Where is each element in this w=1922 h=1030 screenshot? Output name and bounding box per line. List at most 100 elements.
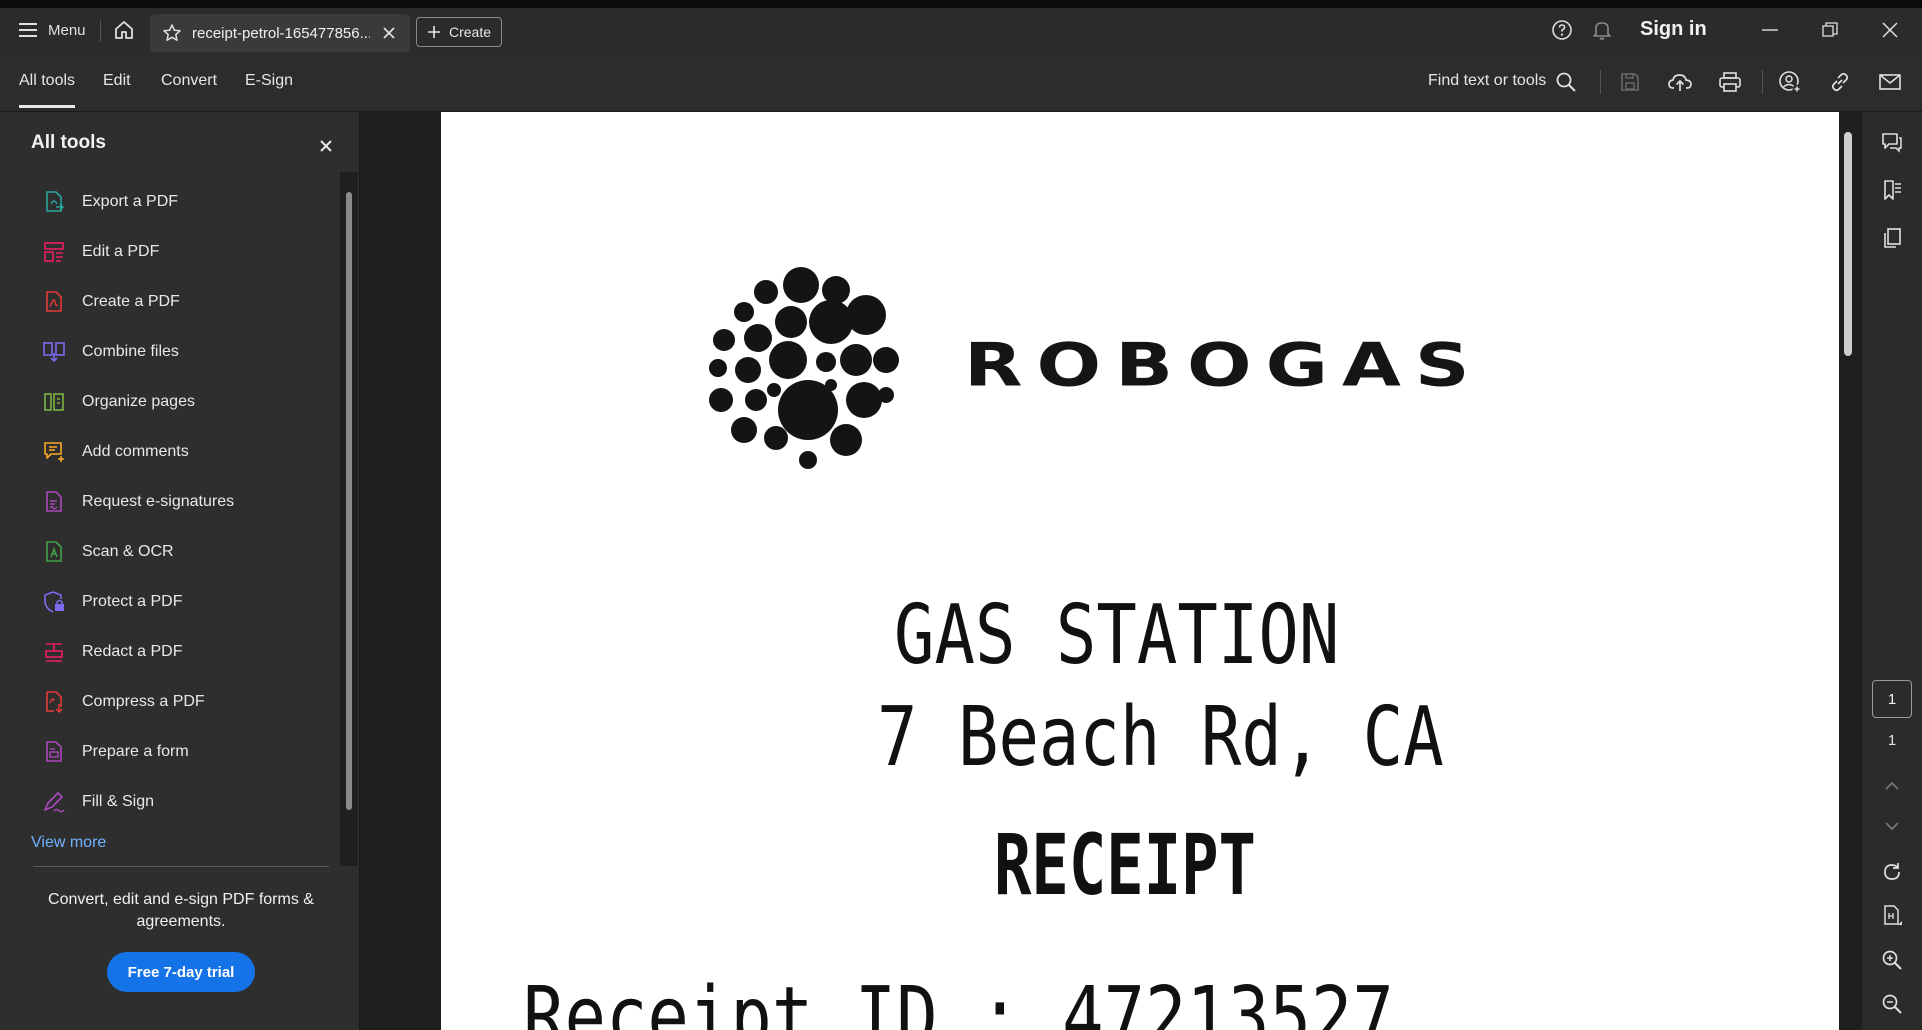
- tool-organize-pages[interactable]: Organize pages: [30, 382, 330, 422]
- combine-files-icon: [43, 342, 65, 363]
- tool-label: Protect a PDF: [82, 593, 183, 610]
- tool-label: Edit a PDF: [82, 243, 160, 260]
- user-add-icon: [1779, 71, 1802, 94]
- tab-all-tools[interactable]: All tools: [19, 72, 76, 108]
- comments-icon: [1882, 133, 1902, 153]
- email-button[interactable]: [1876, 68, 1904, 96]
- redact-pdf-icon: [45, 643, 63, 662]
- receipt-line-id: Receipt ID : 47213527: [523, 970, 1394, 1030]
- tool-add-comments[interactable]: Add comments: [30, 432, 330, 472]
- export-pdf-icon: [46, 191, 65, 212]
- tool-edit-pdf[interactable]: Edit a PDF: [30, 232, 330, 272]
- pages-panel-button[interactable]: [1878, 224, 1906, 252]
- tool-create-pdf[interactable]: Create a PDF: [30, 282, 330, 322]
- rotate-button[interactable]: [1878, 858, 1906, 886]
- current-page-input[interactable]: 1: [1872, 680, 1912, 718]
- rotate-icon: [1884, 863, 1900, 880]
- create-button[interactable]: Create: [416, 17, 502, 47]
- star-icon[interactable]: [162, 23, 182, 43]
- tool-scan-ocr[interactable]: Scan & OCR: [30, 532, 330, 572]
- notifications-button[interactable]: [1588, 16, 1616, 44]
- title-bar: Menu receipt-petrol-165477856... Create …: [0, 8, 1922, 52]
- tool-label: Redact a PDF: [82, 643, 183, 660]
- create-pdf-icon: [46, 291, 62, 312]
- restore-icon: [1822, 22, 1838, 37]
- home-button[interactable]: [110, 16, 138, 44]
- minimize-button[interactable]: [1754, 16, 1786, 44]
- tab-convert[interactable]: Convert: [161, 72, 217, 90]
- total-pages: 1: [1887, 732, 1897, 749]
- panel-close-button[interactable]: [316, 136, 336, 156]
- share-user-button[interactable]: [1776, 68, 1804, 96]
- edit-pdf-icon: [44, 242, 64, 262]
- tab-edit[interactable]: Edit: [103, 72, 131, 90]
- next-page-button[interactable]: [1878, 812, 1906, 840]
- tool-fill-sign[interactable]: Fill & Sign: [30, 782, 330, 822]
- print-button[interactable]: [1716, 68, 1744, 96]
- tool-compress-pdf[interactable]: Compress a PDF: [30, 682, 330, 722]
- tool-label: Add comments: [82, 443, 189, 460]
- bookmark-icon: [1884, 180, 1901, 200]
- receipt-line-address: 7 Beach Rd, CA: [877, 690, 1444, 785]
- fit-page-button[interactable]: [1878, 902, 1906, 930]
- hamburger-icon: [19, 23, 37, 37]
- tab-title: receipt-petrol-165477856...: [192, 24, 370, 42]
- window-top-edge: [0, 0, 1922, 8]
- document-tab[interactable]: receipt-petrol-165477856...: [150, 14, 410, 52]
- search-button[interactable]: [1552, 68, 1580, 96]
- bookmarks-panel-button[interactable]: [1878, 176, 1906, 204]
- panel-scroll-thumb[interactable]: [346, 192, 352, 810]
- logo-wordmark: ROBOGAS: [964, 330, 1484, 400]
- tool-combine-files[interactable]: Combine files: [30, 332, 330, 372]
- protect-pdf-icon: [44, 591, 64, 613]
- close-icon: [320, 140, 332, 152]
- tool-label: Compress a PDF: [82, 693, 205, 710]
- view-more-link[interactable]: View more: [31, 834, 106, 852]
- tool-prepare-form[interactable]: Prepare a form: [30, 732, 330, 772]
- menu-button[interactable]: Menu: [10, 14, 94, 46]
- zoom-out-icon: [1882, 994, 1902, 1014]
- receipt-line-title: RECEIPT: [994, 816, 1256, 914]
- free-trial-button[interactable]: Free 7-day trial: [107, 952, 255, 992]
- find-tools-button[interactable]: Find text or tools: [1428, 72, 1546, 90]
- tool-label: Export a PDF: [82, 193, 179, 210]
- tool-label: Create a PDF: [82, 293, 180, 310]
- copy-link-button[interactable]: [1826, 68, 1854, 96]
- tool-label: Prepare a form: [82, 743, 189, 760]
- tool-request-esignatures[interactable]: Request e-signatures: [30, 482, 330, 522]
- comments-panel-button[interactable]: [1878, 128, 1906, 156]
- help-button[interactable]: [1548, 16, 1576, 44]
- tool-export-pdf[interactable]: Export a PDF: [30, 182, 330, 222]
- compress-pdf-icon: [46, 691, 63, 714]
- chevron-up-icon: [1885, 781, 1899, 790]
- upload-button[interactable]: [1666, 68, 1694, 96]
- panel-title: All tools: [31, 132, 106, 153]
- restore-button[interactable]: [1814, 16, 1846, 44]
- minimize-icon: [1762, 29, 1778, 31]
- scan-ocr-icon: [46, 541, 62, 562]
- save-button[interactable]: [1616, 68, 1644, 96]
- right-rail: 1 1: [1862, 112, 1922, 1030]
- cloud-upload-icon: [1668, 74, 1692, 91]
- help-icon: [1552, 20, 1572, 40]
- pdf-page: ROBOGAS GAS STATION 7 Beach Rd, CA RECEI…: [441, 112, 1839, 1030]
- document-scroll-thumb[interactable]: [1844, 132, 1852, 356]
- tab-close-button[interactable]: [380, 24, 398, 42]
- toolbar-separator: [1600, 70, 1601, 94]
- fit-page-icon: [1884, 905, 1902, 925]
- zoom-out-button[interactable]: [1878, 990, 1906, 1018]
- all-tools-panel: All tools Export a PDF Edit a PDF Create…: [0, 112, 360, 1030]
- fill-sign-icon: [44, 792, 65, 813]
- tab-esign[interactable]: E-Sign: [245, 72, 293, 90]
- tool-protect-pdf[interactable]: Protect a PDF: [30, 582, 330, 622]
- close-window-button[interactable]: [1874, 16, 1906, 44]
- zoom-in-button[interactable]: [1878, 946, 1906, 974]
- tool-redact-pdf[interactable]: Redact a PDF: [30, 632, 330, 672]
- add-comments-icon: [44, 442, 64, 462]
- zoom-in-icon: [1882, 950, 1902, 970]
- chevron-down-icon: [1885, 822, 1899, 831]
- previous-page-button[interactable]: [1878, 772, 1906, 800]
- plus-icon: [427, 26, 440, 38]
- sign-in-button[interactable]: Sign in: [1640, 18, 1707, 41]
- create-label: Create: [448, 24, 492, 40]
